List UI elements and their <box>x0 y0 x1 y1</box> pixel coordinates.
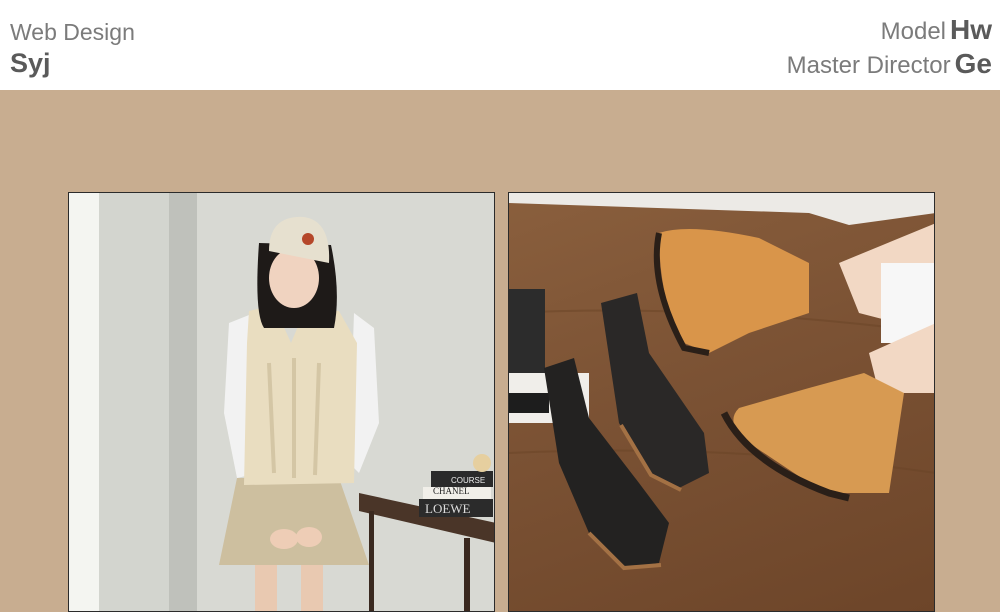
book-spine-text: LOEWE <box>425 501 471 516</box>
model-illustration: CHANEL COURSE LOEWE <box>69 193 494 611</box>
boots-illustration <box>509 193 934 571</box>
credit-role: Model <box>880 18 946 45</box>
model-photo: CHANEL COURSE LOEWE <box>68 192 495 612</box>
author-name: Syj <box>10 48 51 78</box>
category-label: Web Design <box>10 19 135 45</box>
page-header: Web Design Syj Model Hw Master Director … <box>0 0 1000 90</box>
credit-role: Master Director <box>786 52 951 79</box>
book-spine-text: COURSE <box>451 476 485 485</box>
header-left: Web Design Syj <box>10 18 135 80</box>
credit-director: Master Director Ge <box>787 48 992 80</box>
credit-model: Model Hw <box>787 14 992 46</box>
boots-photo <box>508 192 935 612</box>
credit-name: Hw <box>950 14 992 45</box>
header-right: Model Hw Master Director Ge <box>787 14 992 80</box>
book-spine-text: CHANEL <box>433 486 470 496</box>
credit-name: Ge <box>954 48 992 79</box>
